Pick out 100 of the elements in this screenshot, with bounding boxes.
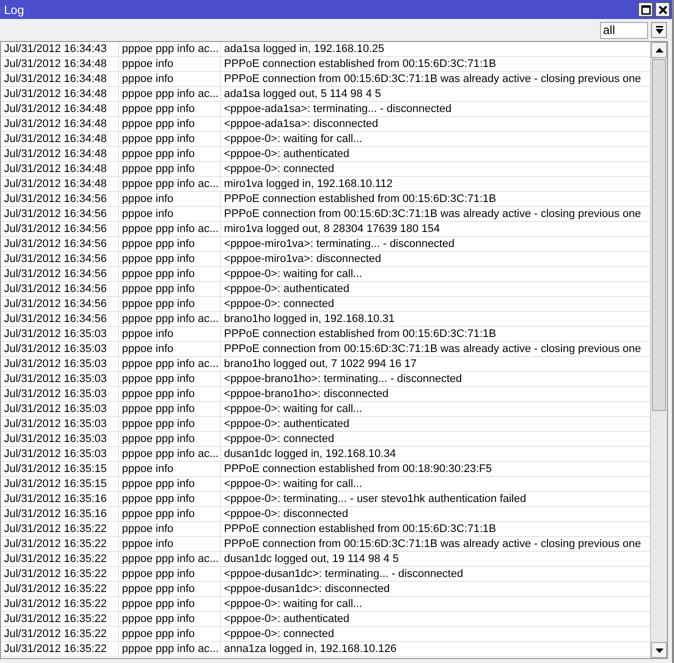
table-cell: pppoe ppp info <box>119 267 221 281</box>
table-cell-text: <pppoe-brano1ho>: terminating... - disconnected <box>223 372 463 386</box>
table-cell-text: brano1ho logged in, 192.168.10.31 <box>223 312 396 326</box>
down-arrow-icon <box>654 646 664 654</box>
table-cell-text: PPPoE connection established from 00:15:6D:3C:71:1B <box>223 522 498 536</box>
table-cell: Jul/31/2012 16:34:56 <box>1 192 119 206</box>
table-cell: pppoe ppp info <box>119 147 221 161</box>
table-cell: Jul/31/2012 16:35:22 <box>1 537 119 551</box>
table-cell-text: PPPoE connection from 00:15:6D:3C:71:1B was already active - closing previous one <box>223 342 642 356</box>
table-cell: pppoe ppp info <box>119 102 221 116</box>
table-cell-text: <pppoe-0>: waiting for call... <box>223 402 364 416</box>
table-cell: Jul/31/2012 16:34:48 <box>1 87 119 101</box>
table-cell: Jul/31/2012 16:35:15 <box>1 477 119 491</box>
table-cell: Jul/31/2012 16:35:22 <box>1 552 119 566</box>
table-cell: pppoe ppp info <box>119 417 221 431</box>
table-cell-text: <pppoe-miro1va>: disconnected <box>223 252 382 266</box>
scroll-down-button[interactable] <box>651 642 667 658</box>
table-cell: Jul/31/2012 16:35:16 <box>1 492 119 506</box>
window-title: Log <box>4 2 24 16</box>
table-cell-text: <pppoe-0>: authenticated <box>223 417 350 431</box>
table-cell: pppoe info <box>119 327 221 341</box>
table-cell: pppoe ppp info ac... <box>119 312 221 326</box>
table-cell: pppoe info <box>119 537 221 551</box>
table-cell: pppoe ppp info ac... <box>119 447 221 461</box>
table-cell: pppoe ppp info ac... <box>119 42 221 56</box>
table-cell: pppoe ppp info <box>119 387 221 401</box>
table-cell: Jul/31/2012 16:35:03 <box>1 432 119 446</box>
dropdown-button[interactable] <box>651 22 667 38</box>
table-cell: Jul/31/2012 16:35:03 <box>1 357 119 371</box>
table-cell: Jul/31/2012 16:34:48 <box>1 72 119 86</box>
table-cell: pppoe info <box>119 207 221 221</box>
close-button[interactable] <box>655 2 670 17</box>
table-cell-text: <pppoe-0>: waiting for call... <box>223 267 364 281</box>
table-cell-text: PPPoE connection established from 00:15:6D:3C:71:1B <box>223 192 498 206</box>
table-cell: Jul/31/2012 16:34:48 <box>1 57 119 71</box>
table-cell-text: PPPoE connection from 00:15:6D:3C:71:1B was already active - closing previous one <box>223 537 642 551</box>
table-cell-text: miro1va logged in, 192.168.10.112 <box>223 177 394 191</box>
table-cell: pppoe info <box>119 462 221 476</box>
table-cell-text: <pppoe-0>: authenticated <box>223 282 350 296</box>
table-cell: pppoe ppp info <box>119 162 221 176</box>
table-cell: pppoe ppp info <box>119 237 221 251</box>
table-cell: Jul/31/2012 16:34:48 <box>1 117 119 131</box>
table-cell: pppoe ppp info <box>119 132 221 146</box>
table-cell-text: <pppoe-0>: waiting for call... <box>223 477 364 491</box>
maximize-button[interactable] <box>638 2 653 17</box>
table-cell: pppoe info <box>119 192 221 206</box>
table-cell: Jul/31/2012 16:34:48 <box>1 147 119 161</box>
table-cell: Jul/31/2012 16:34:56 <box>1 297 119 311</box>
table-cell-text: PPPoE connection established from 00:15:6D:3C:71:1B <box>223 57 498 71</box>
table-cell: pppoe ppp info <box>119 612 221 626</box>
table-cell-text: dusan1dc logged out, 19 114 98 4 5 <box>223 552 400 566</box>
table-cell: pppoe info <box>119 57 221 71</box>
table-cell: Jul/31/2012 16:34:48 <box>1 177 119 191</box>
table-cell: pppoe ppp info <box>119 372 221 386</box>
table-cell-text: PPPoE connection established from 00:15:6D:3C:71:1B <box>223 327 498 341</box>
table-cell: Jul/31/2012 16:34:48 <box>1 162 119 176</box>
table-cell: pppoe ppp info <box>119 582 221 596</box>
scroll-up-button[interactable] <box>651 42 667 58</box>
table-cell: Jul/31/2012 16:34:56 <box>1 207 119 221</box>
table-cell: pppoe ppp info <box>119 282 221 296</box>
table-cell: pppoe ppp info ac... <box>119 177 221 191</box>
table-cell: pppoe ppp info <box>119 597 221 611</box>
table-cell: pppoe ppp info <box>119 477 221 491</box>
table-cell: pppoe info <box>119 72 221 86</box>
table-cell: Jul/31/2012 16:35:16 <box>1 507 119 521</box>
table-cell: Jul/31/2012 16:34:56 <box>1 237 119 251</box>
table-cell: Jul/31/2012 16:35:22 <box>1 642 119 656</box>
table-cell-text: anna1za logged in, 192.168.10.126 <box>223 642 398 656</box>
table-cell: pppoe info <box>119 342 221 356</box>
table-cell-text: <pppoe-brano1ho>: disconnected <box>223 387 390 401</box>
table-cell: Jul/31/2012 16:35:03 <box>1 417 119 431</box>
table-cell: pppoe info <box>119 522 221 536</box>
table-cell-text: <pppoe-0>: authenticated <box>223 612 350 626</box>
table-cell: pppoe ppp info <box>119 507 221 521</box>
table-cell-text: <pppoe-0>: connected <box>223 162 336 176</box>
table-cell-text: ada1sa logged in, 192.168.10.25 <box>223 42 386 56</box>
up-arrow-icon <box>654 46 664 54</box>
table-cell: pppoe ppp info <box>119 252 221 266</box>
table-cell-text: dusan1dc logged in, 192.168.10.34 <box>223 447 397 461</box>
table-cell: Jul/31/2012 16:35:22 <box>1 627 119 641</box>
table-cell-text: <pppoe-0>: waiting for call... <box>223 597 364 611</box>
table-cell: Jul/31/2012 16:34:56 <box>1 222 119 236</box>
scrollbar[interactable] <box>650 42 667 658</box>
table-cell: pppoe ppp info ac... <box>119 357 221 371</box>
table-cell: Jul/31/2012 16:35:22 <box>1 567 119 581</box>
table-cell: Jul/31/2012 16:34:56 <box>1 252 119 266</box>
table-cell-text: <pppoe-0>: authenticated <box>223 147 350 161</box>
scrollbar-thumb[interactable] <box>652 59 666 411</box>
filter-field[interactable]: all <box>600 22 648 38</box>
close-icon <box>658 4 668 14</box>
table-cell-text: <pppoe-0>: terminating... - user stevo1hk authentication failed <box>223 492 528 506</box>
table-cell: Jul/31/2012 16:35:22 <box>1 597 119 611</box>
table-cell-text: ada1sa logged out, 5 114 98 4 5 <box>223 87 382 101</box>
table-cell: Jul/31/2012 16:34:48 <box>1 132 119 146</box>
table-cell-text: <pppoe-dusan1dc>: terminating... - disconnected <box>223 567 464 581</box>
table-cell-text: <pppoe-0>: disconnected <box>223 507 350 521</box>
table-cell-text: brano1ho logged out, 7 1022 994 16 17 <box>223 357 418 371</box>
table-cell: Jul/31/2012 16:35:03 <box>1 342 119 356</box>
table-cell: pppoe ppp info <box>119 627 221 641</box>
table-cell-text: PPPoE connection from 00:15:6D:3C:71:1B was already active - closing previous one <box>223 72 642 86</box>
